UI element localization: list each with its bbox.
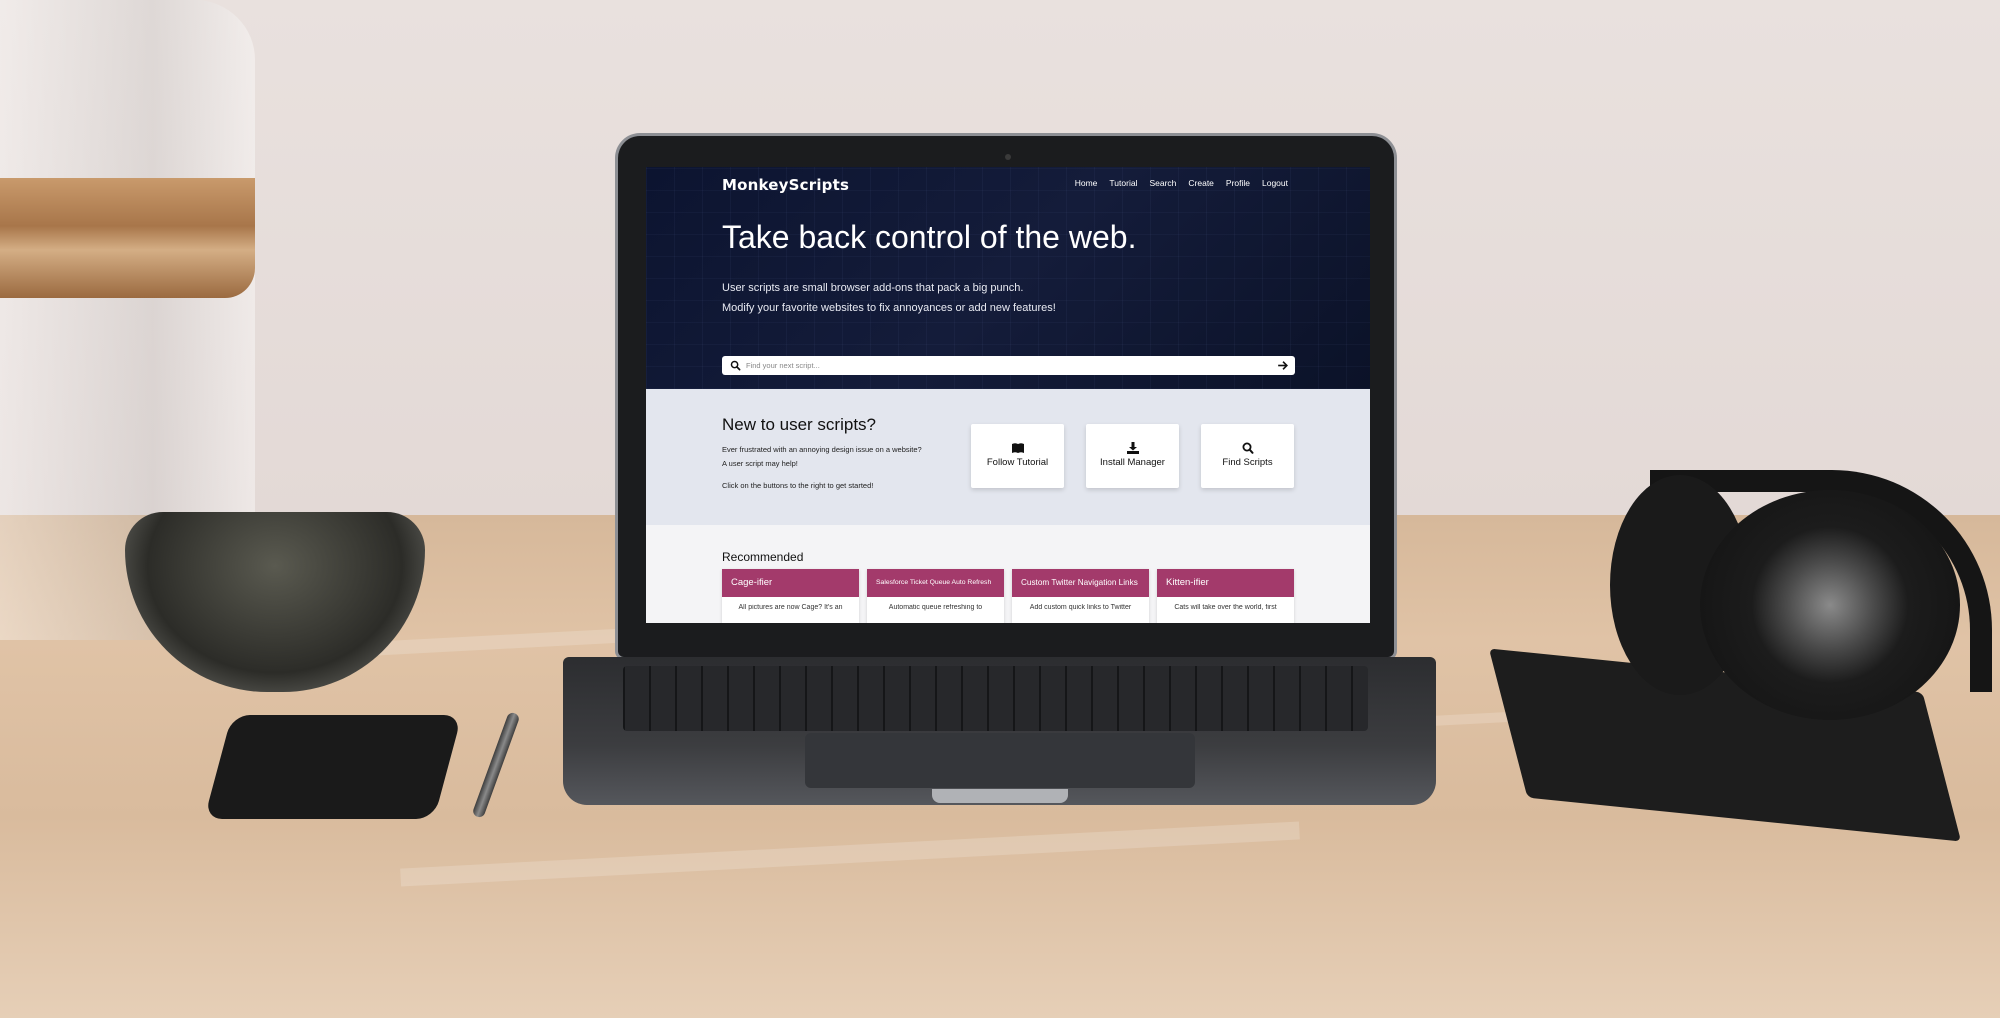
nav-tutorial[interactable]: Tutorial	[1109, 178, 1137, 188]
search-input[interactable]	[746, 358, 1266, 372]
nav-home[interactable]: Home	[1075, 178, 1098, 188]
search-bar	[722, 356, 1295, 375]
follow-tutorial-button[interactable]: Follow Tutorial	[971, 424, 1064, 488]
download-icon	[1126, 442, 1139, 454]
follow-tutorial-label: Follow Tutorial	[986, 457, 1049, 468]
hero-subtitle-line-2: Modify your favorite websites to fix ann…	[722, 302, 1056, 314]
search-icon	[730, 360, 741, 371]
script-card-desc: All pictures are now Cage? It's an	[738, 604, 843, 611]
headphones-ear-cup	[1700, 490, 1960, 720]
find-scripts-button[interactable]: Find Scripts	[1201, 424, 1294, 488]
script-card-desc: Automatic queue refreshing to	[888, 604, 983, 611]
script-card-title: Cage-ifier	[722, 569, 859, 597]
laptop-notch	[932, 789, 1068, 803]
nav-create[interactable]: Create	[1188, 178, 1214, 188]
script-card-desc: Add custom quick links to Twitter	[1029, 604, 1132, 611]
script-card[interactable]: Kitten-ifier Cats will take over the wor…	[1157, 569, 1294, 623]
intro-section: New to user scripts? Ever frustrated wit…	[646, 389, 1370, 525]
recommended-title: Recommended	[722, 550, 804, 564]
script-card-title: Kitten-ifier	[1157, 569, 1294, 597]
nav-profile[interactable]: Profile	[1226, 178, 1250, 188]
intro-line-2: A user script may help!	[722, 459, 798, 468]
laptop-keyboard	[623, 666, 1368, 731]
script-card[interactable]: Cage-ifier All pictures are now Cage? It…	[722, 569, 859, 623]
script-card[interactable]: Custom Twitter Navigation Links Add cust…	[1012, 569, 1149, 623]
install-manager-label: Install Manager	[1100, 457, 1165, 468]
search-icon	[1242, 442, 1253, 454]
site-logo[interactable]: MonkeyScripts	[722, 176, 849, 194]
nav-search[interactable]: Search	[1149, 178, 1176, 188]
install-manager-button[interactable]: Install Manager	[1086, 424, 1179, 488]
laptop-trackpad	[805, 733, 1195, 788]
intro-line-3: Click on the buttons to the right to get…	[722, 481, 874, 490]
intro-text: Ever frustrated with an annoying design …	[722, 443, 922, 493]
script-card-title: Salesforce Ticket Queue Auto Refresh	[867, 569, 1004, 597]
nav-logout[interactable]: Logout	[1262, 178, 1288, 188]
intro-title: New to user scripts?	[722, 415, 876, 434]
laptop-camera	[1005, 154, 1011, 160]
book-icon	[1011, 443, 1024, 453]
intro-line-1: Ever frustrated with an annoying design …	[722, 445, 922, 454]
main-nav: Home Tutorial Search Create Profile Logo…	[1075, 178, 1288, 188]
smartphone	[204, 715, 462, 819]
hero-subtitle: User scripts are small browser add-ons t…	[722, 278, 1056, 318]
browser-screen: MonkeyScripts Home Tutorial Search Creat…	[646, 167, 1370, 623]
recommended-section: Recommended Cage-ifier All pictures are …	[646, 525, 1370, 623]
script-card-title: Custom Twitter Navigation Links	[1012, 569, 1149, 597]
hero-title: Take back control of the web.	[722, 219, 1137, 255]
script-card[interactable]: Salesforce Ticket Queue Auto Refresh Aut…	[867, 569, 1004, 623]
arrow-right-icon[interactable]	[1276, 359, 1289, 372]
find-scripts-label: Find Scripts	[1222, 457, 1273, 468]
hero-subtitle-line-1: User scripts are small browser add-ons t…	[722, 282, 1024, 294]
hero-section: MonkeyScripts Home Tutorial Search Creat…	[646, 167, 1370, 389]
script-card-desc: Cats will take over the world, first	[1174, 604, 1277, 611]
jar-wooden-lid	[0, 178, 255, 298]
